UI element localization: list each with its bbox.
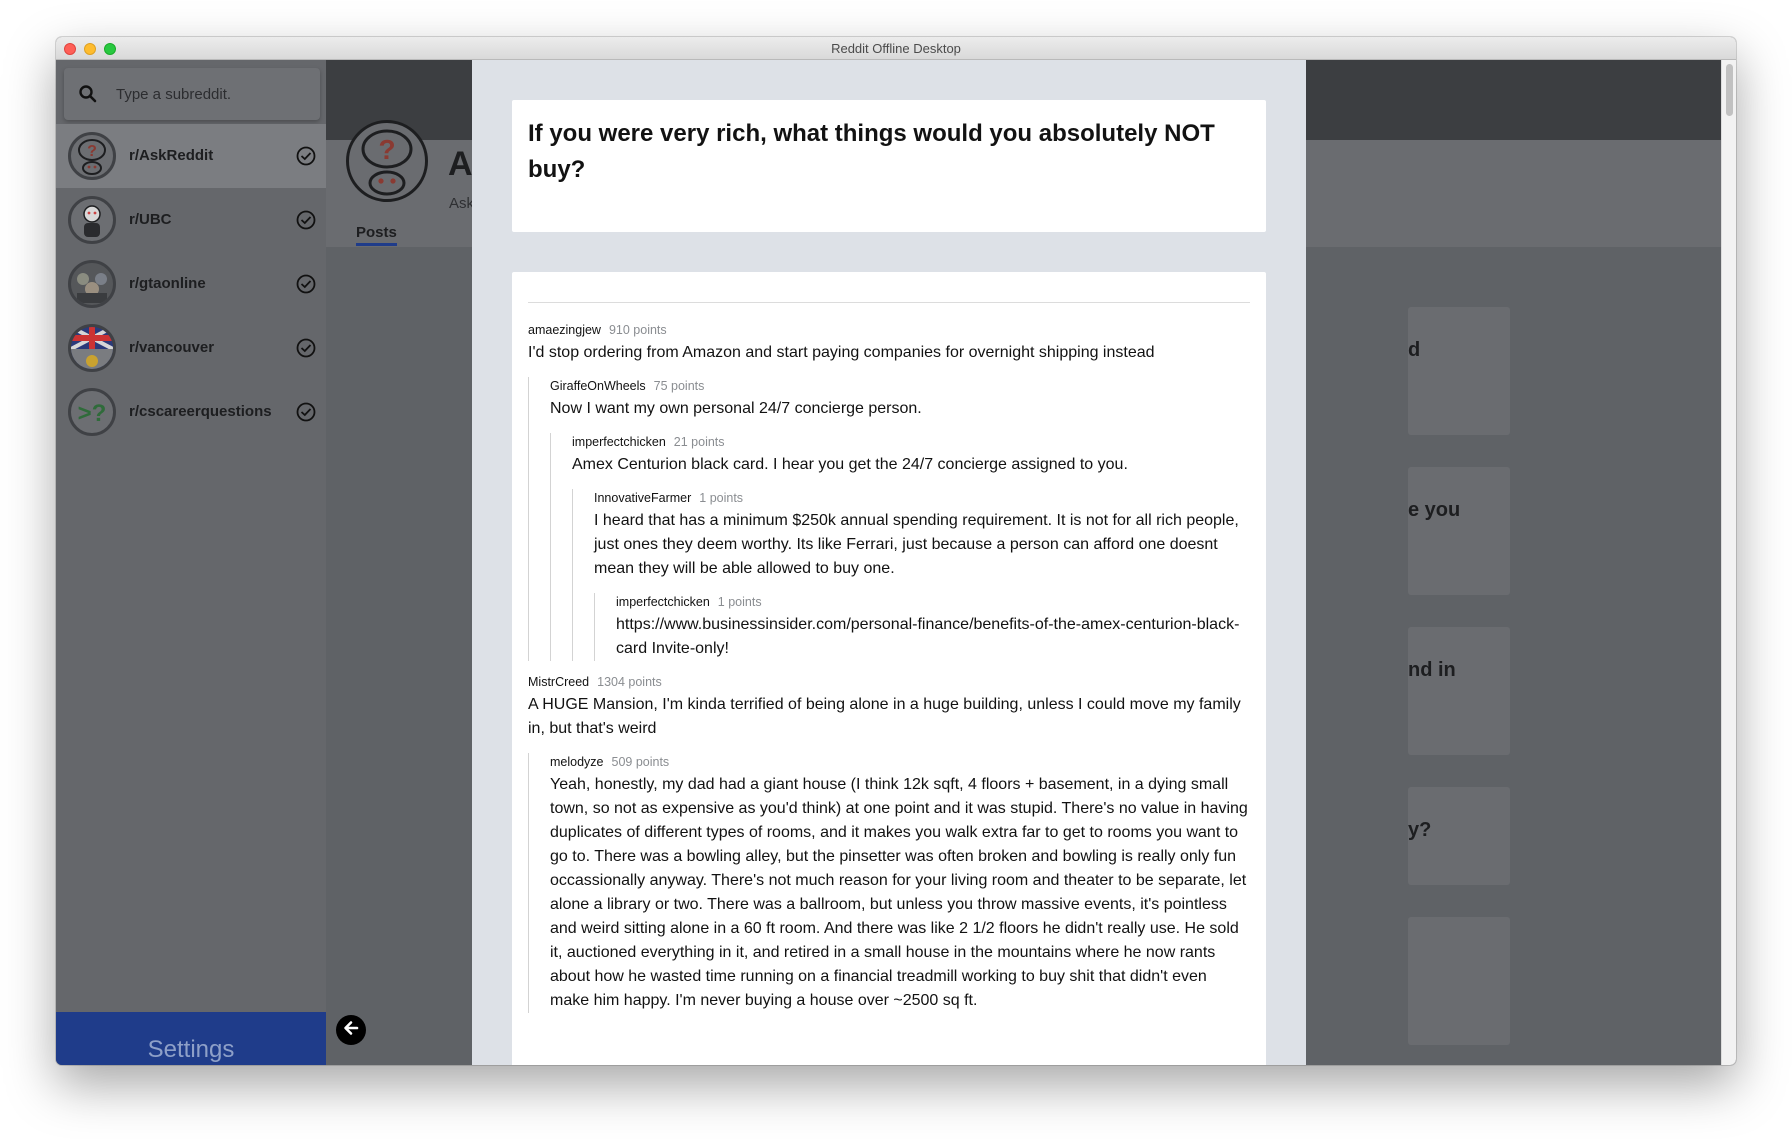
comment-author[interactable]: melodyze xyxy=(550,755,604,769)
comment: GiraffeOnWheels 75 points Now I want my o… xyxy=(550,377,1250,661)
post-card[interactable]: nd in xyxy=(1408,627,1510,755)
settings-button[interactable]: Settings xyxy=(56,1012,326,1065)
comment: InnovativeFarmer 1 points I heard that ha… xyxy=(594,489,1250,661)
comment: amaezingjew 910 points I'd stop ordering … xyxy=(528,321,1250,661)
vancouver-avatar xyxy=(68,324,116,372)
comment-replies: GiraffeOnWheels 75 points Now I want my o… xyxy=(528,377,1250,661)
comment-body: Now I want my own personal 24/7 concierg… xyxy=(550,400,922,417)
post-card[interactable]: d xyxy=(1408,307,1510,435)
comment-body: Amex Centurion black card. I hear you ge… xyxy=(572,456,1128,473)
tab-posts[interactable]: Posts xyxy=(356,224,397,246)
sidebar-item-label: r/vancouver xyxy=(129,339,215,356)
minimize-window-button[interactable] xyxy=(84,43,96,55)
comment-replies: imperfectchicken 21 points Amex Centurion… xyxy=(550,433,1250,661)
comment-body: I heard that has a minimum $250k annual … xyxy=(594,512,1239,577)
sidebar-item-gtaonline[interactable]: r/gtaonline xyxy=(56,252,326,316)
comment-body: A HUGE Mansion, I'm kinda terrified of b… xyxy=(528,696,1241,737)
sidebar-item-label: r/UBC xyxy=(129,211,172,228)
comment-replies: melodyze 509 points Yeah, honestly, my da… xyxy=(528,753,1250,1013)
comment: imperfectchicken 21 points Amex Centurion… xyxy=(572,433,1250,661)
post-card-text: d xyxy=(1408,339,1421,361)
search-icon xyxy=(78,84,98,109)
scrollbar[interactable] xyxy=(1721,60,1736,1065)
post-card-text: nd in xyxy=(1408,659,1456,681)
comment-points: 1 points xyxy=(699,491,744,505)
sidebar-item-vancouver[interactable]: r/vancouver xyxy=(56,316,326,380)
check-circle-icon[interactable] xyxy=(296,274,316,299)
comment-author[interactable]: amaezingjew xyxy=(528,323,601,337)
comment-body: https://www.businessinsider.com/personal… xyxy=(616,616,1240,657)
ubc-avatar xyxy=(68,196,116,244)
divider xyxy=(528,302,1250,303)
check-circle-icon[interactable] xyxy=(296,210,316,235)
app-window: Reddit Offline Desktop ? r/AskReddit r/U… xyxy=(56,37,1736,1065)
gtaonline-avatar xyxy=(68,260,116,308)
svg-text:?: ? xyxy=(378,134,395,165)
post-card-text: e you xyxy=(1408,499,1461,521)
comment: MistrCreed 1304 points A HUGE Mansion, I'… xyxy=(528,673,1250,1013)
askreddit-avatar: ? xyxy=(68,132,116,180)
comment: imperfectchicken 1 points https://www.bus… xyxy=(616,593,1250,661)
check-circle-icon[interactable] xyxy=(296,338,316,363)
subreddit-search-input[interactable] xyxy=(116,80,306,108)
comment-points: 910 points xyxy=(608,323,667,337)
svg-text:?: ? xyxy=(87,143,97,160)
svg-text:>?: >? xyxy=(78,400,107,427)
comment-points: 1 points xyxy=(717,595,762,609)
comments-card: amaezingjew 910 points I'd stop ordering … xyxy=(512,272,1266,1065)
subreddit-title: A xyxy=(448,145,473,183)
back-button[interactable] xyxy=(336,1015,366,1045)
check-circle-icon[interactable] xyxy=(296,146,316,171)
close-window-button[interactable] xyxy=(64,43,76,55)
comment-points: 509 points xyxy=(611,755,670,769)
comment-author[interactable]: imperfectchicken xyxy=(572,435,666,449)
sidebar-item-cscareerquestions[interactable]: >? r/cscareerquestions xyxy=(56,380,326,444)
post-modal: If you were very rich, what things would… xyxy=(472,60,1306,1065)
title-bar: Reddit Offline Desktop xyxy=(56,37,1736,60)
check-circle-icon[interactable] xyxy=(296,402,316,427)
subreddit-logo: ? xyxy=(346,120,428,202)
comment-points: 1304 points xyxy=(597,675,662,689)
comment-body: I'd stop ordering from Amazon and start … xyxy=(528,344,1155,361)
subreddit-search xyxy=(64,68,320,120)
post-card[interactable]: y? xyxy=(1408,787,1510,885)
comment-author[interactable]: MistrCreed xyxy=(528,675,589,689)
comment-author[interactable]: InnovativeFarmer xyxy=(594,491,691,505)
comment-replies: imperfectchicken 1 points https://www.bus… xyxy=(594,593,1250,661)
comment-replies: InnovativeFarmer 1 points I heard that ha… xyxy=(572,489,1250,661)
sidebar-item-label: r/cscareerquestions xyxy=(129,403,272,420)
comment-author[interactable]: imperfectchicken xyxy=(616,595,710,609)
sidebar: ? r/AskReddit r/UBC r/gtaonline xyxy=(56,60,326,1065)
scrollbar-thumb[interactable] xyxy=(1726,64,1733,116)
comment-points: 21 points xyxy=(673,435,725,449)
post-card[interactable]: e you xyxy=(1408,467,1510,595)
post-card-text: y? xyxy=(1408,819,1432,841)
post-title: If you were very rich, what things would… xyxy=(528,120,1215,183)
maximize-window-button[interactable] xyxy=(104,43,116,55)
comment: melodyze 509 points Yeah, honestly, my da… xyxy=(550,753,1250,1013)
post-card[interactable] xyxy=(1408,917,1510,1045)
subreddit-subtitle: Ask xyxy=(449,195,475,212)
comment-points: 75 points xyxy=(653,379,705,393)
window-title: Reddit Offline Desktop xyxy=(831,41,961,56)
comment-body: Yeah, honestly, my dad had a giant house… xyxy=(550,776,1248,1009)
cscareerquestions-avatar: >? xyxy=(68,388,116,436)
comment-author[interactable]: GiraffeOnWheels xyxy=(550,379,646,393)
sidebar-item-label: r/AskReddit xyxy=(129,147,214,164)
sidebar-item-label: r/gtaonline xyxy=(129,275,206,292)
sidebar-item-ubc[interactable]: r/UBC xyxy=(56,188,326,252)
arrow-left-icon xyxy=(342,1019,360,1042)
post-title-card: If you were very rich, what things would… xyxy=(512,100,1266,232)
sidebar-item-askreddit[interactable]: ? r/AskReddit xyxy=(56,124,326,188)
